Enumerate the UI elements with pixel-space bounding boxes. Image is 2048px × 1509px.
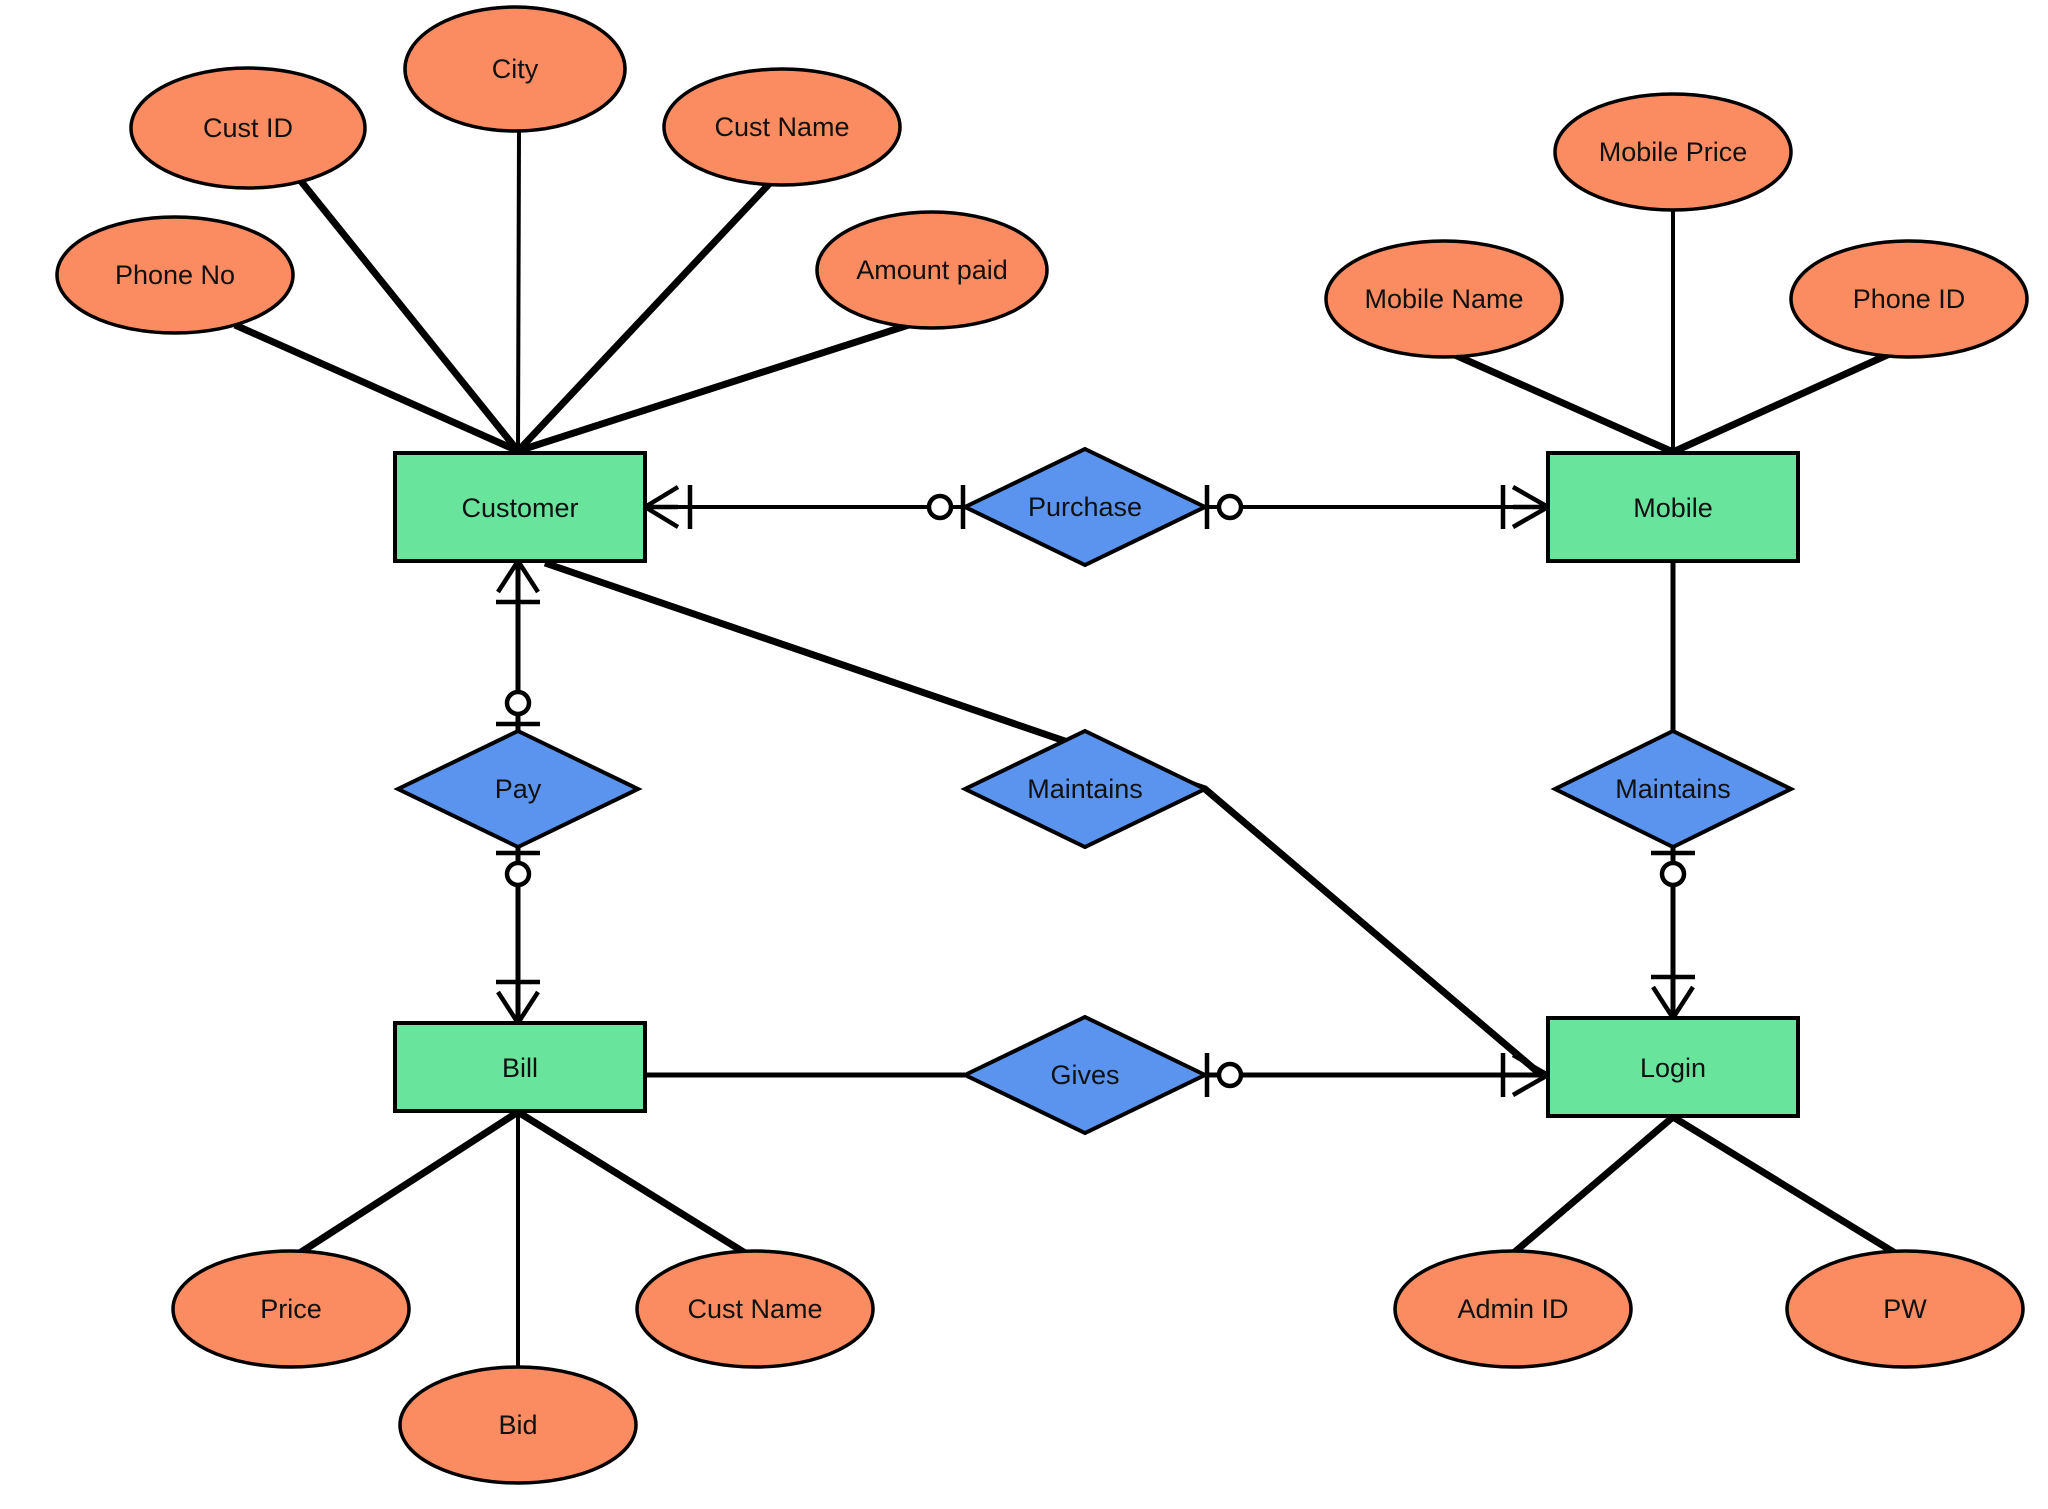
relationship-gives-label: Gives: [1050, 1060, 1119, 1090]
edge-phone-id-mobile: [1671, 343, 1907, 456]
login-attribute-edges: [1507, 1114, 1902, 1259]
entity-customer-label: Customer: [461, 493, 578, 523]
edge-admin-id-login: [1507, 1114, 1676, 1259]
attribute-admin-id-label: Admin ID: [1457, 1294, 1568, 1324]
entity-mobile-label: Mobile: [1633, 493, 1713, 523]
crowsfoot-login-gives: [1511, 1053, 1550, 1097]
attribute-phone-id[interactable]: Phone ID: [1789, 239, 2029, 359]
attribute-amount-paid[interactable]: Amount paid: [815, 210, 1049, 330]
crowsfoot-customer-pay: [496, 559, 540, 594]
edge-price-bill: [293, 1109, 520, 1259]
zero-circle-pay-top: [504, 689, 532, 717]
edge-pw-login: [1671, 1114, 1902, 1259]
attribute-bid[interactable]: Bid: [398, 1365, 638, 1485]
attribute-bid-label: Bid: [498, 1410, 537, 1440]
crowsfoot-customer-purchase: [643, 485, 680, 529]
entity-login-label: Login: [1640, 1053, 1706, 1083]
attribute-phone-id-label: Phone ID: [1853, 284, 1966, 314]
edge-cust-id-customer: [297, 177, 521, 454]
attribute-admin-id[interactable]: Admin ID: [1393, 1249, 1633, 1369]
er-diagram-svg: Customer Mobile Bill Login Purchase Pay …: [55, 5, 2029, 1485]
attribute-city-label: City: [492, 54, 539, 84]
entity-bill[interactable]: Bill: [393, 1021, 647, 1113]
attribute-mobile-name-label: Mobile Name: [1364, 284, 1523, 314]
relationship-pay[interactable]: Pay: [393, 728, 643, 850]
attribute-pw-label: PW: [1883, 1294, 1927, 1324]
entity-login[interactable]: Login: [1546, 1016, 1800, 1118]
attribute-mobile-price-label: Mobile Price: [1599, 137, 1748, 167]
attribute-bill-cust-name-label: Cust Name: [687, 1294, 822, 1324]
relationship-maintains-mobile-login[interactable]: Maintains: [1550, 728, 1796, 850]
attribute-pw[interactable]: PW: [1785, 1249, 2025, 1369]
entity-customer[interactable]: Customer: [393, 451, 647, 563]
zero-circle-purchase-right: [1216, 493, 1244, 521]
attribute-mobile-price[interactable]: Mobile Price: [1553, 92, 1793, 212]
relationship-maintains-customer-login[interactable]: Maintains: [960, 728, 1210, 850]
attribute-price-label: Price: [260, 1294, 322, 1324]
zero-circle-gives-right: [1216, 1061, 1244, 1089]
attribute-cust-name-label: Cust Name: [714, 112, 849, 142]
relationship-maintains1-label: Maintains: [1027, 774, 1143, 804]
zero-circle-maintains2-bottom: [1659, 860, 1687, 888]
attribute-cust-id[interactable]: Cust ID: [129, 66, 367, 190]
attribute-price[interactable]: Price: [171, 1249, 411, 1369]
entity-bill-label: Bill: [502, 1053, 538, 1083]
edge-city-customer: [516, 129, 521, 452]
zero-circle-pay-bottom: [504, 860, 532, 888]
crowsfoot-login-maintains2: [1651, 985, 1695, 1020]
crowsfoot-mobile-purchase: [1511, 485, 1550, 529]
attribute-phone-no[interactable]: Phone No: [55, 215, 295, 335]
attribute-phone-no-label: Phone No: [115, 260, 235, 290]
er-diagram-canvas: Customer Mobile Bill Login Purchase Pay …: [0, 0, 2048, 1509]
crowsfoot-bill-pay: [496, 990, 540, 1025]
attribute-mobile-name[interactable]: Mobile Name: [1324, 239, 1564, 359]
edge-mobile-name-mobile: [1435, 343, 1675, 456]
relationship-gives[interactable]: Gives: [960, 1014, 1210, 1136]
relationship-pay-label: Pay: [495, 774, 542, 804]
edge-phone-no-customer: [233, 321, 520, 455]
edge-bill-custname-bill: [516, 1109, 752, 1259]
attribute-cust-name[interactable]: Cust Name: [662, 67, 902, 187]
relationship-maintains2-label: Maintains: [1615, 774, 1731, 804]
relationship-purchase-label: Purchase: [1028, 492, 1142, 522]
entity-mobile[interactable]: Mobile: [1546, 451, 1800, 563]
attribute-cust-id-label: Cust ID: [203, 113, 293, 143]
relationship-purchase[interactable]: Purchase: [960, 446, 1210, 568]
attribute-city[interactable]: City: [403, 5, 627, 133]
attribute-amount-paid-label: Amount paid: [856, 255, 1008, 285]
zero-circle-purchase-left: [926, 493, 954, 521]
attribute-bill-cust-name[interactable]: Cust Name: [635, 1249, 875, 1369]
